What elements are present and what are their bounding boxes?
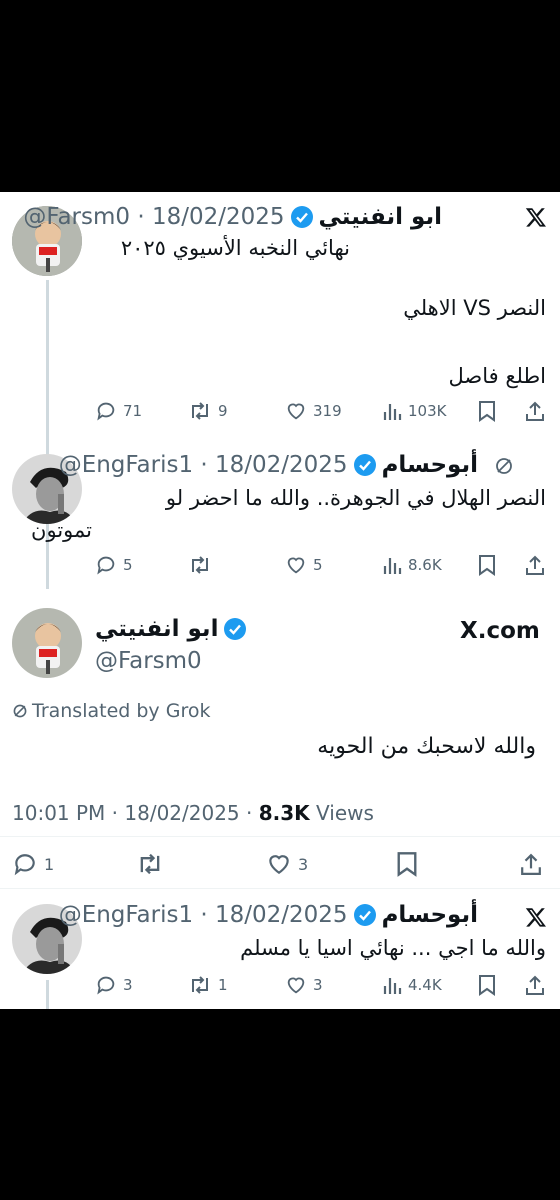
tweet-text-line: اطلع فاصل [448, 364, 546, 388]
tweet-text-line: النصر VS الاهلي [403, 296, 546, 320]
like-button[interactable]: 3 [285, 974, 323, 996]
reply-icon [14, 854, 35, 876]
reply-icon [97, 402, 115, 421]
bookmark-icon [479, 975, 495, 996]
bookmark-button[interactable] [478, 400, 496, 422]
tweet-text-line: النصر الهلال في الجوهرة.. والله ما احضر … [165, 486, 546, 510]
bookmark-icon [479, 401, 495, 422]
author-name[interactable]: أبوحسام [382, 452, 478, 478]
share-button[interactable] [525, 974, 545, 996]
reply-button[interactable]: 3 [95, 974, 133, 996]
repost-icon [192, 402, 208, 420]
views-button[interactable]: 8.6K [382, 554, 442, 576]
verified-badge-icon [224, 618, 247, 640]
views-button[interactable]: 103K [382, 400, 446, 422]
reply-button[interactable]: 71 [95, 400, 142, 422]
handle-date[interactable]: @Farsm0 · 18/02/2025 [23, 204, 284, 230]
bookmark-button[interactable] [478, 974, 496, 996]
handle-date[interactable]: @EngFaris1 · 18/02/2025 [59, 452, 348, 478]
divider [0, 888, 560, 889]
handle-date[interactable]: @EngFaris1 · 18/02/2025 [59, 902, 348, 928]
views-label: Views [309, 801, 374, 825]
reply-button[interactable]: 1 [12, 851, 54, 877]
heart-icon [287, 557, 305, 574]
x-logo-icon [525, 906, 547, 928]
share-button[interactable] [525, 400, 545, 422]
heart-icon [287, 977, 305, 994]
verified-badge-icon [353, 904, 376, 926]
author-handle[interactable]: @Farsm0 [95, 648, 202, 674]
repost-button[interactable] [136, 851, 164, 877]
thread-line [46, 980, 49, 1009]
share-icon [526, 555, 544, 575]
tweet-text-line: تموتون [31, 518, 92, 542]
divider [0, 836, 560, 837]
author-name[interactable]: أبوحسام [382, 902, 478, 928]
views-button[interactable]: 4.4K [382, 974, 442, 996]
reply-icon [97, 976, 115, 995]
tweet-text-line: نهائي النخبه الأسيوي ٢٠٢٥ [120, 236, 350, 260]
repost-button[interactable] [188, 554, 212, 576]
share-icon [526, 975, 544, 995]
bookmark-icon [479, 555, 495, 576]
bookmark-button[interactable] [396, 851, 418, 877]
grok-translate-icon [494, 456, 514, 476]
share-icon [521, 853, 541, 875]
share-button[interactable] [525, 554, 545, 576]
timestamp-views: 10:01 PM · 18/02/2025 · 8.3K Views [12, 801, 374, 825]
share-icon [526, 401, 544, 421]
views-icon [383, 404, 402, 420]
reply-icon [97, 556, 115, 575]
tweet-thread-card: @Farsm0 · 18/02/2025 ابو انفنيتي نهائي ا… [0, 192, 560, 1009]
views-icon [383, 978, 402, 994]
verified-badge-icon [353, 454, 376, 476]
bookmark-icon [397, 852, 417, 877]
repost-icon [192, 976, 208, 994]
repost-icon [192, 556, 208, 574]
reply-button[interactable]: 5 [95, 554, 133, 576]
views-icon [383, 558, 402, 574]
like-button[interactable]: 319 [285, 400, 342, 422]
like-button[interactable]: 5 [285, 554, 323, 576]
heart-icon [287, 403, 305, 420]
tweet-text: والله ما اجي ... نهائي اسيا يا مسلم [240, 936, 546, 960]
author-name[interactable]: ابو انفنيتي [95, 616, 218, 642]
x-logo-icon [525, 206, 547, 228]
brand-label: X.com [460, 618, 540, 644]
author-name[interactable]: ابو انفنيتي [319, 204, 442, 230]
repost-button[interactable]: 9 [188, 400, 228, 422]
avatar[interactable] [12, 608, 82, 678]
grok-icon [13, 704, 27, 718]
bookmark-button[interactable] [478, 554, 496, 576]
share-button[interactable] [520, 851, 542, 877]
heart-icon [269, 855, 289, 874]
timestamp[interactable]: 10:01 PM · 18/02/2025 · [12, 801, 259, 825]
repost-icon [140, 853, 160, 875]
tweet-text: والله لاسحبك من الحويه [317, 734, 536, 759]
views-count: 8.3K [258, 801, 310, 825]
verified-badge-icon [290, 206, 313, 228]
like-button[interactable]: 3 [266, 851, 308, 877]
translated-by-grok[interactable]: Translated by Grok [12, 700, 210, 722]
repost-button[interactable]: 1 [188, 974, 228, 996]
